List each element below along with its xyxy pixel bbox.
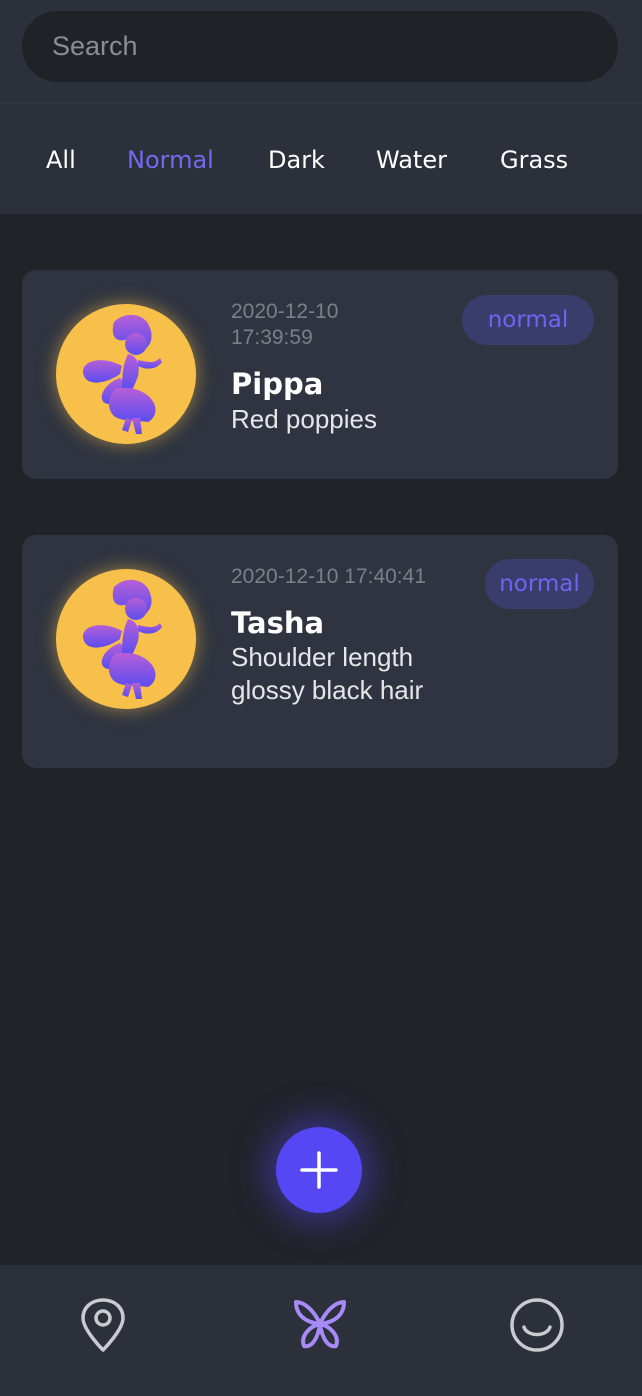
search-bar[interactable] [22, 11, 618, 82]
fairy-avatar-icon [56, 304, 196, 444]
nav-location[interactable] [73, 1295, 133, 1355]
type-badge: normal [485, 559, 594, 609]
nav-fairies[interactable] [290, 1295, 350, 1355]
nav-profile[interactable] [507, 1295, 567, 1355]
smiley-icon [510, 1298, 564, 1352]
tab-water[interactable]: Water [376, 138, 447, 182]
card-timestamp: 2020-12-10 17:39:59 [231, 300, 339, 349]
tab-normal[interactable]: Normal [127, 138, 214, 182]
fairy-card[interactable]: 2020-12-10 17:40:41 Tasha Shoulder lengt… [22, 535, 618, 768]
bottom-nav [0, 1265, 642, 1396]
card-timestamp: 2020-12-10 17:40:41 [231, 565, 426, 588]
card-description: Red poppies [231, 404, 377, 434]
plus-icon [300, 1151, 338, 1189]
fairy-card[interactable]: 2020-12-10 17:39:59 Pippa Red poppies no… [22, 270, 618, 479]
category-tabs: All Normal Dark Water Grass [0, 138, 642, 182]
tab-all[interactable]: All [46, 138, 76, 182]
add-button[interactable] [276, 1127, 362, 1213]
location-pin-icon [81, 1298, 125, 1352]
card-description: Shoulder length glossy black hair [231, 642, 424, 705]
card-name: Tasha [231, 606, 325, 640]
search-input[interactable] [50, 30, 590, 63]
card-name: Pippa [231, 367, 324, 401]
type-badge: normal [462, 295, 594, 345]
butterfly-icon [294, 1300, 346, 1349]
header: All Normal Dark Water Grass [0, 0, 642, 214]
tab-grass[interactable]: Grass [500, 138, 568, 182]
fairy-avatar-icon [56, 569, 196, 709]
header-divider [0, 102, 642, 103]
tab-dark[interactable]: Dark [268, 138, 325, 182]
